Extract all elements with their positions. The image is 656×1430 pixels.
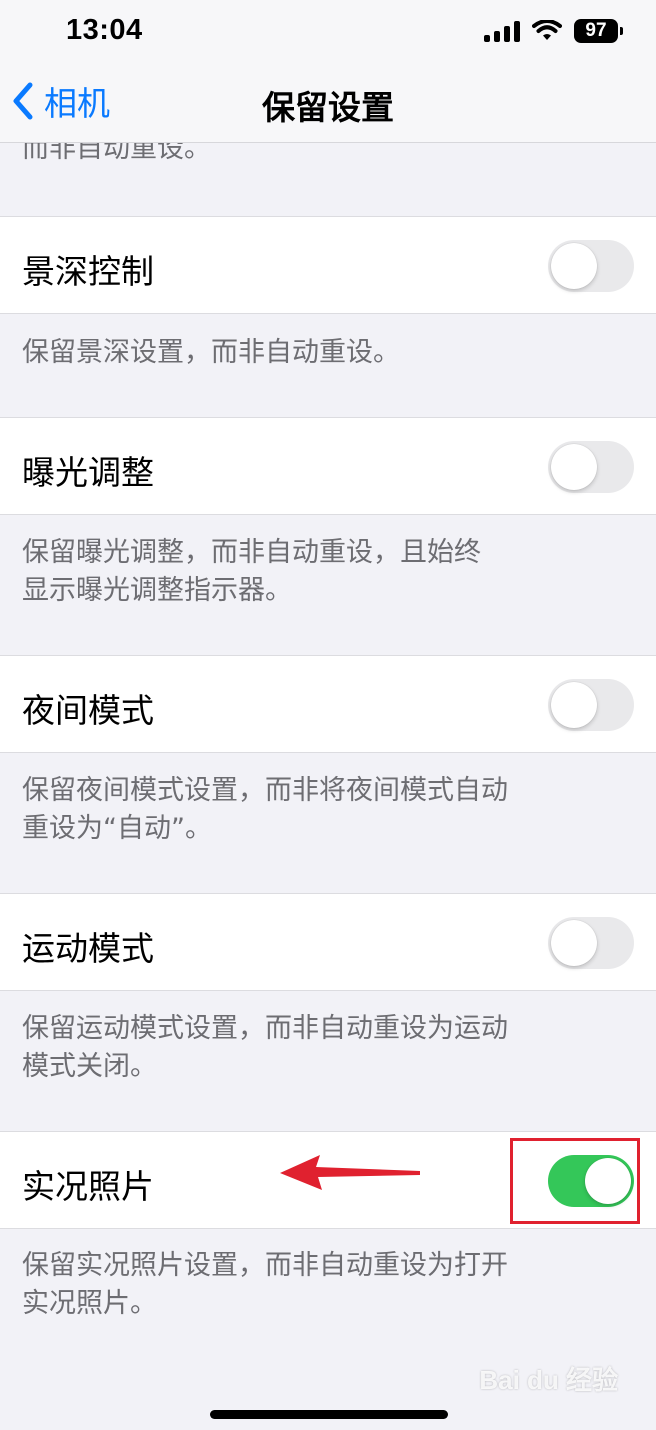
annotation-highlight-box bbox=[510, 1138, 640, 1224]
setting-label: 景深控制 bbox=[22, 252, 154, 291]
setting-row-depth-control: 景深控制 bbox=[0, 216, 656, 314]
night-mode-toggle[interactable] bbox=[548, 679, 634, 731]
wifi-icon bbox=[532, 20, 562, 40]
page-title: 保留设置 bbox=[262, 88, 394, 127]
status-time: 13:04 bbox=[66, 14, 143, 46]
status-icons: 97 bbox=[484, 16, 623, 46]
home-indicator[interactable] bbox=[210, 1410, 448, 1419]
watermark-logo: Bai du 经验 bbox=[479, 1365, 618, 1395]
setting-label: 运动模式 bbox=[22, 929, 154, 968]
action-mode-toggle[interactable] bbox=[548, 917, 634, 969]
navigation-bar: 相机 保留设置 bbox=[0, 62, 656, 143]
truncated-footer-text: 而非自动重设。 bbox=[22, 142, 211, 164]
depth-control-toggle[interactable] bbox=[548, 240, 634, 292]
setting-row-action-mode: 运动模式 bbox=[0, 893, 656, 991]
setting-row-night-mode: 夜间模式 bbox=[0, 655, 656, 753]
setting-footer-action-mode: 保留运动模式设置，而非自动重设为运动 模式关闭。 bbox=[22, 1013, 508, 1082]
annotation-arrow-icon bbox=[280, 1155, 420, 1190]
setting-label: 夜间模式 bbox=[22, 691, 154, 730]
setting-footer-exposure-adjustment: 保留曝光调整，而非自动重设，且始终 显示曝光调整指示器。 bbox=[22, 537, 481, 606]
battery-icon: 97 bbox=[574, 19, 623, 43]
setting-footer-night-mode: 保留夜间模式设置，而非将夜间模式自动 重设为“自动”。 bbox=[22, 775, 508, 844]
setting-row-exposure-adjustment: 曝光调整 bbox=[0, 417, 656, 515]
setting-label: 实况照片 bbox=[22, 1167, 154, 1206]
exposure-adjustment-toggle[interactable] bbox=[548, 441, 634, 493]
setting-label: 曝光调整 bbox=[22, 453, 154, 492]
setting-footer-depth-control: 保留景深设置，而非自动重设。 bbox=[22, 337, 400, 368]
cellular-signal-icon bbox=[484, 20, 520, 42]
status-bar: 13:04 97 bbox=[0, 0, 656, 62]
setting-footer-live-photo: 保留实况照片设置，而非自动重设为打开 实况照片。 bbox=[22, 1250, 508, 1319]
